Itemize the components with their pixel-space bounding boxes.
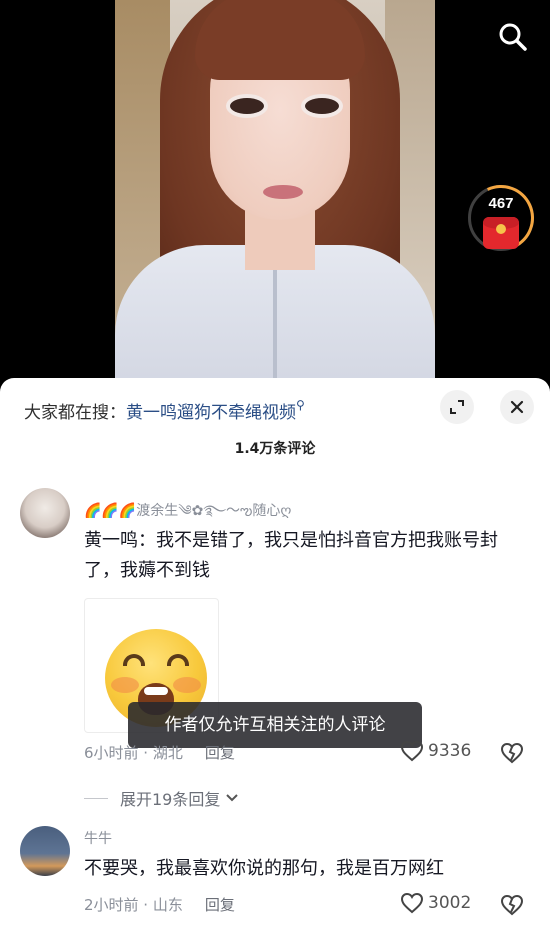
hot-search-prefix: 大家都在搜： — [24, 403, 126, 423]
emoji-cheek — [173, 677, 201, 693]
red-envelope-icon — [483, 217, 519, 249]
red-packet-button[interactable]: 467 — [458, 175, 544, 261]
person-mouth — [263, 185, 303, 199]
avatar[interactable] — [20, 488, 70, 538]
divider-line — [84, 797, 108, 799]
search-small-icon: ⚲ — [296, 398, 305, 412]
hot-search-bar[interactable]: 大家都在搜：黄一鸣遛狗不牵绳视频⚲ — [24, 398, 305, 423]
broken-heart-icon — [500, 742, 524, 764]
expand-replies-label: 展开19条回复 — [120, 790, 221, 809]
broken-heart-icon — [500, 894, 524, 916]
person-bangs — [195, 0, 365, 80]
like-count: 3002 — [428, 893, 472, 913]
comment-sheet: 大家都在搜：黄一鸣遛狗不牵绳视频⚲ 1.4万条评论 🌈🌈🌈渡余生༄✿࿐～ఌ随心ღ… — [0, 378, 550, 925]
expand-icon — [450, 400, 464, 414]
jacket-zipper — [273, 260, 277, 385]
comment-text: 黄一鸣：我不是错了，我只是怕抖音官方把我账号封了，我薅不到钱 — [84, 530, 498, 581]
person-eye-right — [305, 98, 339, 114]
comment-count: 1.4万条评论 — [234, 441, 316, 457]
like-count: 9336 — [428, 741, 472, 761]
search-button[interactable] — [496, 20, 530, 54]
emoji-eye — [167, 654, 189, 666]
reply-button[interactable]: 回复 — [205, 744, 235, 762]
video-player[interactable]: 467 — [0, 0, 550, 385]
like-button[interactable]: 9336 — [400, 740, 471, 762]
close-button[interactable] — [500, 390, 534, 424]
dislike-button[interactable] — [500, 894, 524, 920]
emoji-cheek — [111, 677, 139, 693]
comment-meta: 2小时前 · 山东 回复 — [84, 894, 235, 915]
heart-icon — [400, 892, 424, 914]
red-packet-count: 467 — [488, 195, 514, 212]
comment-time-location: 2小时前 · 山东 — [84, 896, 183, 914]
expand-button[interactable] — [440, 390, 474, 424]
expand-replies-button[interactable]: 展开19条回复 — [84, 786, 240, 810]
close-icon — [510, 400, 524, 414]
avatar[interactable] — [20, 826, 70, 876]
chevron-down-icon — [226, 794, 239, 802]
person-eye-left — [230, 98, 264, 114]
hot-search-keyword[interactable]: 黄一鸣遛狗不牵绳视频 — [126, 403, 296, 423]
comment-username[interactable]: 牛牛 — [84, 828, 112, 848]
comment-time-location: 6小时前 · 湖北 — [84, 744, 183, 762]
emoji-eye — [123, 654, 145, 666]
like-button[interactable]: 3002 — [400, 892, 471, 914]
heart-icon — [400, 740, 424, 762]
video-frame — [115, 0, 435, 385]
comment-text: 不要哭，我最喜欢你说的那句，我是百万网红 — [84, 858, 444, 879]
reply-button[interactable]: 回复 — [205, 896, 235, 914]
comment-meta: 6小时前 · 湖北 回复 — [84, 742, 235, 763]
search-icon — [499, 23, 527, 51]
dislike-button[interactable] — [500, 742, 524, 768]
